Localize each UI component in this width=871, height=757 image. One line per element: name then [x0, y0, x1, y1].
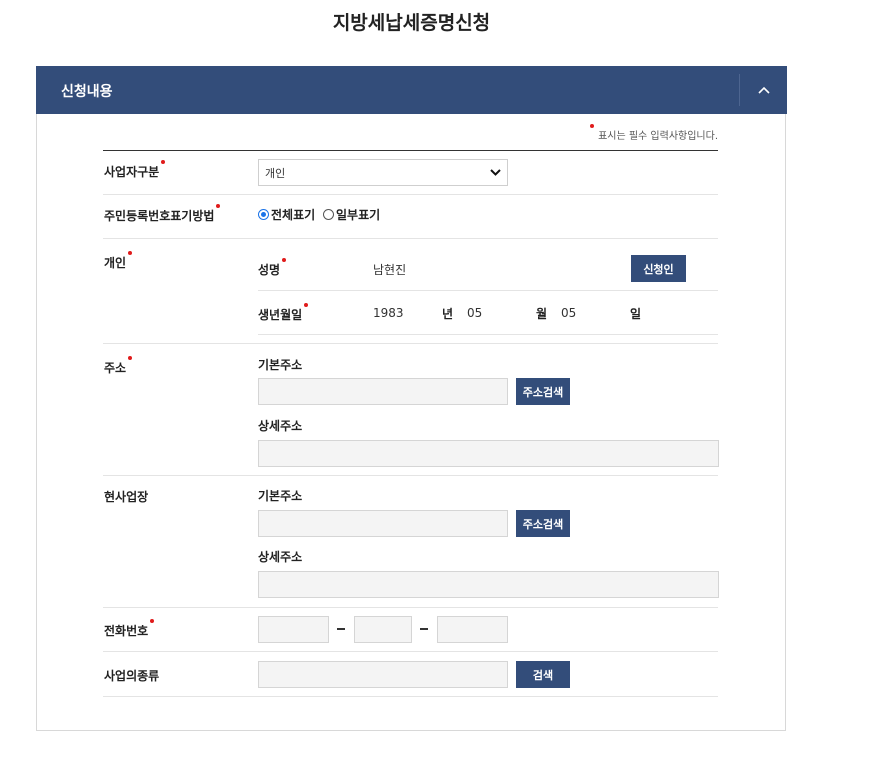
phone-part3-input[interactable]	[437, 616, 508, 643]
name-value: 남현진	[373, 263, 407, 277]
row-divider	[103, 238, 718, 239]
radio-full-label: 전체표기	[271, 208, 316, 222]
address-label: 주소	[104, 356, 133, 376]
collapse-button[interactable]	[740, 66, 787, 114]
birth-year: 1983	[373, 306, 404, 320]
workplace-detail-input[interactable]	[258, 571, 719, 598]
address-basic-label: 기본주소	[258, 358, 303, 372]
table-top-rule	[103, 150, 718, 151]
workplace-basic-label: 기본주소	[258, 489, 303, 503]
business-kind-search-button[interactable]: 검색	[516, 661, 570, 688]
sub-row-divider	[258, 334, 718, 335]
phone-dash	[337, 628, 345, 630]
business-kind-input[interactable]	[258, 661, 508, 688]
required-dot-icon	[150, 619, 155, 623]
business-kind-label: 사업의종류	[104, 669, 160, 683]
business-type-selected: 개인	[265, 166, 286, 180]
required-note: 표시는 필수 입력사항입니다.	[588, 124, 718, 142]
workplace-basic-input[interactable]	[258, 510, 508, 537]
row-divider	[103, 651, 718, 652]
rrn-display-label: 주민등록번호표기방법	[104, 204, 221, 224]
chevron-down-icon	[490, 169, 501, 176]
row-divider	[103, 194, 718, 195]
business-type-select[interactable]: 개인	[258, 159, 508, 186]
workplace-search-button[interactable]: 주소검색	[516, 510, 570, 537]
radio-partial-display[interactable]: 일부표기	[323, 206, 380, 223]
birth-month: 05	[467, 306, 483, 320]
required-dot-icon	[128, 356, 133, 360]
sub-row-divider	[258, 290, 718, 291]
business-type-label: 사업자구분	[104, 160, 166, 180]
address-search-button[interactable]: 주소검색	[516, 378, 570, 405]
radio-selected-icon	[258, 209, 269, 220]
address-detail-input[interactable]	[258, 440, 719, 467]
phone-dash	[420, 628, 428, 630]
name-label: 성명	[258, 258, 287, 278]
phone-label: 전화번호	[104, 619, 155, 639]
birth-day: 05	[561, 306, 577, 320]
panel-header: 신청내용	[36, 66, 787, 114]
month-unit: 월	[536, 307, 548, 321]
required-dot-icon	[161, 160, 166, 164]
radio-unselected-icon	[323, 209, 334, 220]
row-divider	[103, 343, 718, 344]
page-title: 지방세납세증명신청	[332, 12, 491, 34]
required-note-text: 표시는 필수 입력사항입니다.	[598, 131, 718, 142]
panel-title: 신청내용	[61, 84, 113, 100]
row-divider	[103, 696, 718, 697]
workplace-label: 현사업장	[104, 490, 149, 504]
year-unit: 년	[442, 307, 454, 321]
row-divider	[103, 607, 718, 608]
radio-full-display[interactable]: 전체표기	[258, 206, 315, 223]
applicant-button[interactable]: 신청인	[631, 255, 686, 282]
required-dot-icon	[282, 258, 287, 262]
address-detail-label: 상세주소	[258, 419, 303, 433]
phone-part2-input[interactable]	[354, 616, 412, 643]
required-dot-icon	[216, 204, 221, 208]
application-panel: 신청내용 표시는 필수 입력사항입니다. 사업자구분 개인 주민등록번호표기방법…	[36, 66, 787, 731]
birthdate-label: 생년월일	[258, 303, 309, 323]
required-dot-icon	[304, 303, 309, 307]
chevron-up-icon	[757, 86, 770, 94]
day-unit: 일	[630, 307, 642, 321]
phone-part1-input[interactable]	[258, 616, 329, 643]
required-dot-icon	[590, 124, 595, 128]
workplace-detail-label: 상세주소	[258, 550, 303, 564]
required-dot-icon	[128, 251, 133, 255]
radio-partial-label: 일부표기	[336, 208, 381, 222]
row-divider	[103, 475, 718, 476]
individual-label: 개인	[104, 251, 133, 271]
address-basic-input[interactable]	[258, 378, 508, 405]
